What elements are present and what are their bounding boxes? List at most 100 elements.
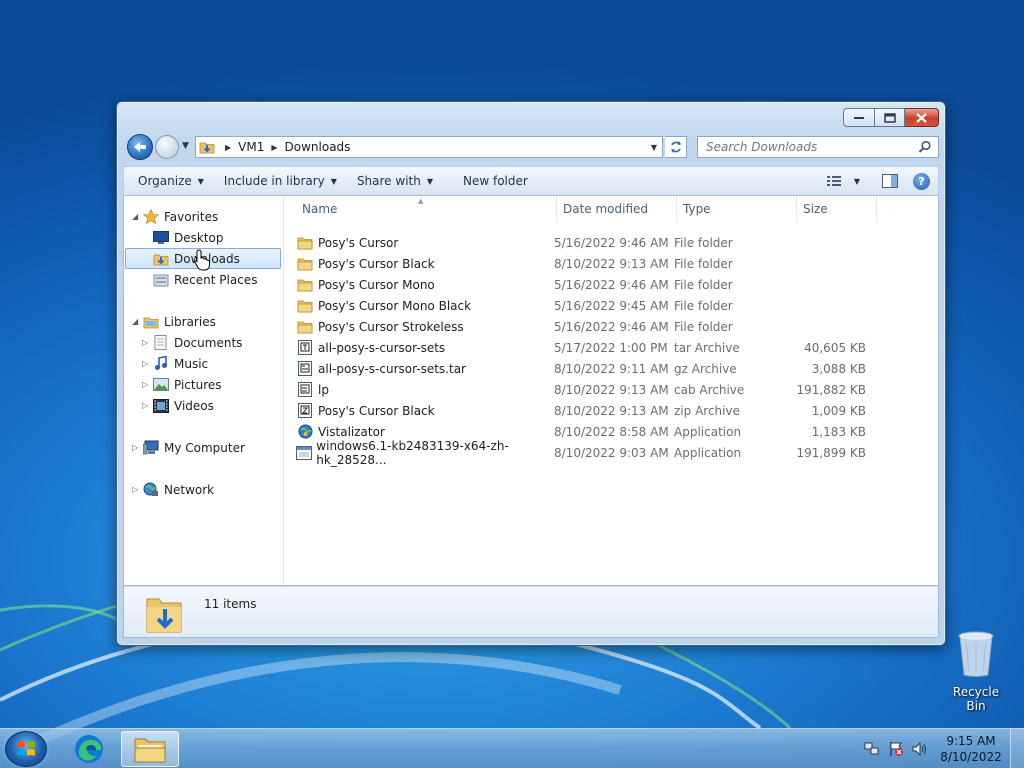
explorer-body: ◢ Favorites Desktop Downloads Recent Pla… xyxy=(123,196,939,586)
file-size: 191,899 KB xyxy=(796,445,866,460)
command-bar: Organize ▼ Include in library ▼ Share with… xyxy=(123,166,939,196)
file-row[interactable]: all-posy-s-cursor-sets.tar 8/10/2022 9:11… xyxy=(296,358,866,379)
maximize-icon xyxy=(883,112,896,123)
organize-menu[interactable]: Organize ▼ xyxy=(124,167,214,195)
nav-videos[interactable]: ▷ Videos xyxy=(142,395,214,416)
recycle-bin-label: Recycle Bin xyxy=(952,685,1000,713)
refresh-button[interactable] xyxy=(665,136,687,158)
address-bar[interactable]: ▶ VM1 ▶ Downloads ▼ xyxy=(195,136,663,158)
file-date: 5/16/2022 9:46 AM xyxy=(554,235,669,250)
nav-documents-label: Documents xyxy=(174,335,243,350)
view-dropdown-icon[interactable]: ▼ xyxy=(849,169,865,193)
nav-pictures-label: Pictures xyxy=(174,377,222,392)
file-row[interactable]: Posy's Cursor Black 8/10/2022 9:13 AM File… xyxy=(296,253,866,274)
file-row[interactable]: Posy's Cursor 5/16/2022 9:46 AM File folde… xyxy=(296,232,866,253)
file-row[interactable]: Posy's Cursor Strokeless 5/16/2022 9:46 A… xyxy=(296,316,866,337)
forward-button[interactable] xyxy=(155,135,179,159)
collapse-arrow-icon[interactable]: ▷ xyxy=(142,338,152,347)
downloads-folder-icon xyxy=(196,137,218,157)
file-row[interactable]: all-posy-s-cursor-sets 5/17/2022 1:00 PM t… xyxy=(296,337,866,358)
downloads-folder-large-icon xyxy=(144,593,184,638)
downloads-folder-icon xyxy=(152,251,170,267)
expand-arrow-icon[interactable]: ◢ xyxy=(132,317,142,326)
collapse-arrow-icon[interactable]: ▷ xyxy=(142,401,152,410)
column-name[interactable]: Name xyxy=(296,196,557,222)
installer-app-icon xyxy=(296,445,313,461)
close-button[interactable] xyxy=(905,108,939,127)
breadcrumb-separator[interactable]: ▶ xyxy=(225,143,231,152)
nav-music[interactable]: ▷ Music xyxy=(142,353,208,374)
include-in-library-menu[interactable]: Include in library ▼ xyxy=(214,167,347,195)
collapse-arrow-icon[interactable]: ▷ xyxy=(142,359,152,368)
file-type: gz Archive xyxy=(674,361,737,376)
breadcrumb-vm1[interactable]: VM1 xyxy=(238,140,264,154)
file-name-cell: Posy's Cursor Mono xyxy=(296,277,554,293)
file-date: 8/10/2022 9:11 AM xyxy=(554,361,669,376)
column-headers: Name Date modified Type Size xyxy=(296,196,877,222)
show-desktop-button[interactable] xyxy=(1010,729,1024,768)
nav-videos-label: Videos xyxy=(174,398,214,413)
file-size: 3,088 KB xyxy=(811,361,866,376)
file-size: 1,009 KB xyxy=(811,403,866,418)
search-icon[interactable] xyxy=(918,140,932,154)
file-row[interactable]: Posy's Cursor Mono 5/16/2022 9:46 AM File … xyxy=(296,274,866,295)
chevron-down-icon: ▼ xyxy=(197,176,204,186)
gz-archive-icon xyxy=(296,361,314,377)
videos-icon xyxy=(152,398,170,414)
file-name-cell: Posy's Cursor Black xyxy=(296,403,554,419)
maximize-button[interactable] xyxy=(875,108,905,127)
search-input[interactable] xyxy=(706,140,918,154)
action-center-flag-icon[interactable] xyxy=(884,739,908,759)
start-button[interactable] xyxy=(5,731,47,767)
nav-favorites-label: Favorites xyxy=(164,209,219,224)
expand-arrow-icon[interactable]: ◢ xyxy=(132,212,142,221)
view-options-button[interactable] xyxy=(819,169,849,193)
minimize-button[interactable] xyxy=(843,108,875,127)
file-row[interactable]: windows6.1-kb2483139-x64-zh-hk_28528... 8… xyxy=(296,439,866,467)
new-folder-button[interactable]: New folder xyxy=(443,167,538,195)
nav-network[interactable]: ▷ Network xyxy=(132,479,214,500)
star-icon xyxy=(142,209,160,225)
collapse-arrow-icon[interactable]: ▷ xyxy=(142,380,152,389)
file-row[interactable]: Posy's Cursor Black 8/10/2022 9:13 AM zip … xyxy=(296,400,866,421)
column-type[interactable]: Type xyxy=(677,196,797,222)
column-size[interactable]: Size xyxy=(797,196,877,222)
search-box[interactable] xyxy=(697,136,939,158)
clock[interactable]: 9:15 AM 8/10/2022 xyxy=(932,733,1010,765)
nav-desktop[interactable]: Desktop xyxy=(152,227,224,248)
recent-pages-dropdown[interactable]: ▼ xyxy=(182,141,189,151)
back-button[interactable] xyxy=(127,134,153,160)
collapse-arrow-icon[interactable]: ▷ xyxy=(132,443,142,452)
breadcrumb-downloads[interactable]: Downloads xyxy=(285,140,351,154)
nav-libraries[interactable]: ◢ Libraries xyxy=(132,311,216,332)
nav-pictures[interactable]: ▷ Pictures xyxy=(142,374,222,395)
nav-documents[interactable]: ▷ Documents xyxy=(142,332,242,353)
taskbar-explorer-button[interactable] xyxy=(121,731,179,767)
file-row[interactable]: lp 8/10/2022 9:13 AM cab Archive 191,882 KB xyxy=(296,379,866,400)
recycle-bin[interactable]: Recycle Bin xyxy=(942,630,1010,713)
taskbar-edge-button[interactable] xyxy=(60,731,118,767)
folder-explorer-icon xyxy=(134,738,166,763)
close-icon xyxy=(916,112,927,123)
file-name: all-posy-s-cursor-sets xyxy=(318,340,446,355)
help-button[interactable]: ? xyxy=(913,172,930,190)
file-date: 8/10/2022 9:13 AM xyxy=(554,256,669,271)
breadcrumb-separator[interactable]: ▶ xyxy=(271,143,277,152)
network-tray-icon[interactable] xyxy=(860,739,884,759)
file-name: Posy's Cursor Strokeless xyxy=(318,319,464,334)
file-row[interactable]: Posy's Cursor Mono Black 5/16/2022 9:45 A… xyxy=(296,295,866,316)
column-date-modified[interactable]: Date modified xyxy=(557,196,677,222)
collapse-arrow-icon[interactable]: ▷ xyxy=(132,485,142,494)
nav-favorites[interactable]: ◢ Favorites xyxy=(132,206,218,227)
file-type: File folder xyxy=(674,298,733,313)
volume-icon[interactable] xyxy=(908,739,932,759)
refresh-icon xyxy=(670,141,681,153)
preview-pane-button[interactable] xyxy=(875,169,905,193)
file-name-cell: Posy's Cursor Strokeless xyxy=(296,319,554,335)
chevron-down-icon: ▼ xyxy=(426,176,433,186)
libraries-icon xyxy=(142,314,160,330)
address-dropdown-icon[interactable]: ▼ xyxy=(646,143,662,152)
share-with-menu[interactable]: Share with ▼ xyxy=(347,167,443,195)
cab-archive-icon xyxy=(296,382,314,398)
nav-my-computer[interactable]: ▷ My Computer xyxy=(132,437,245,458)
